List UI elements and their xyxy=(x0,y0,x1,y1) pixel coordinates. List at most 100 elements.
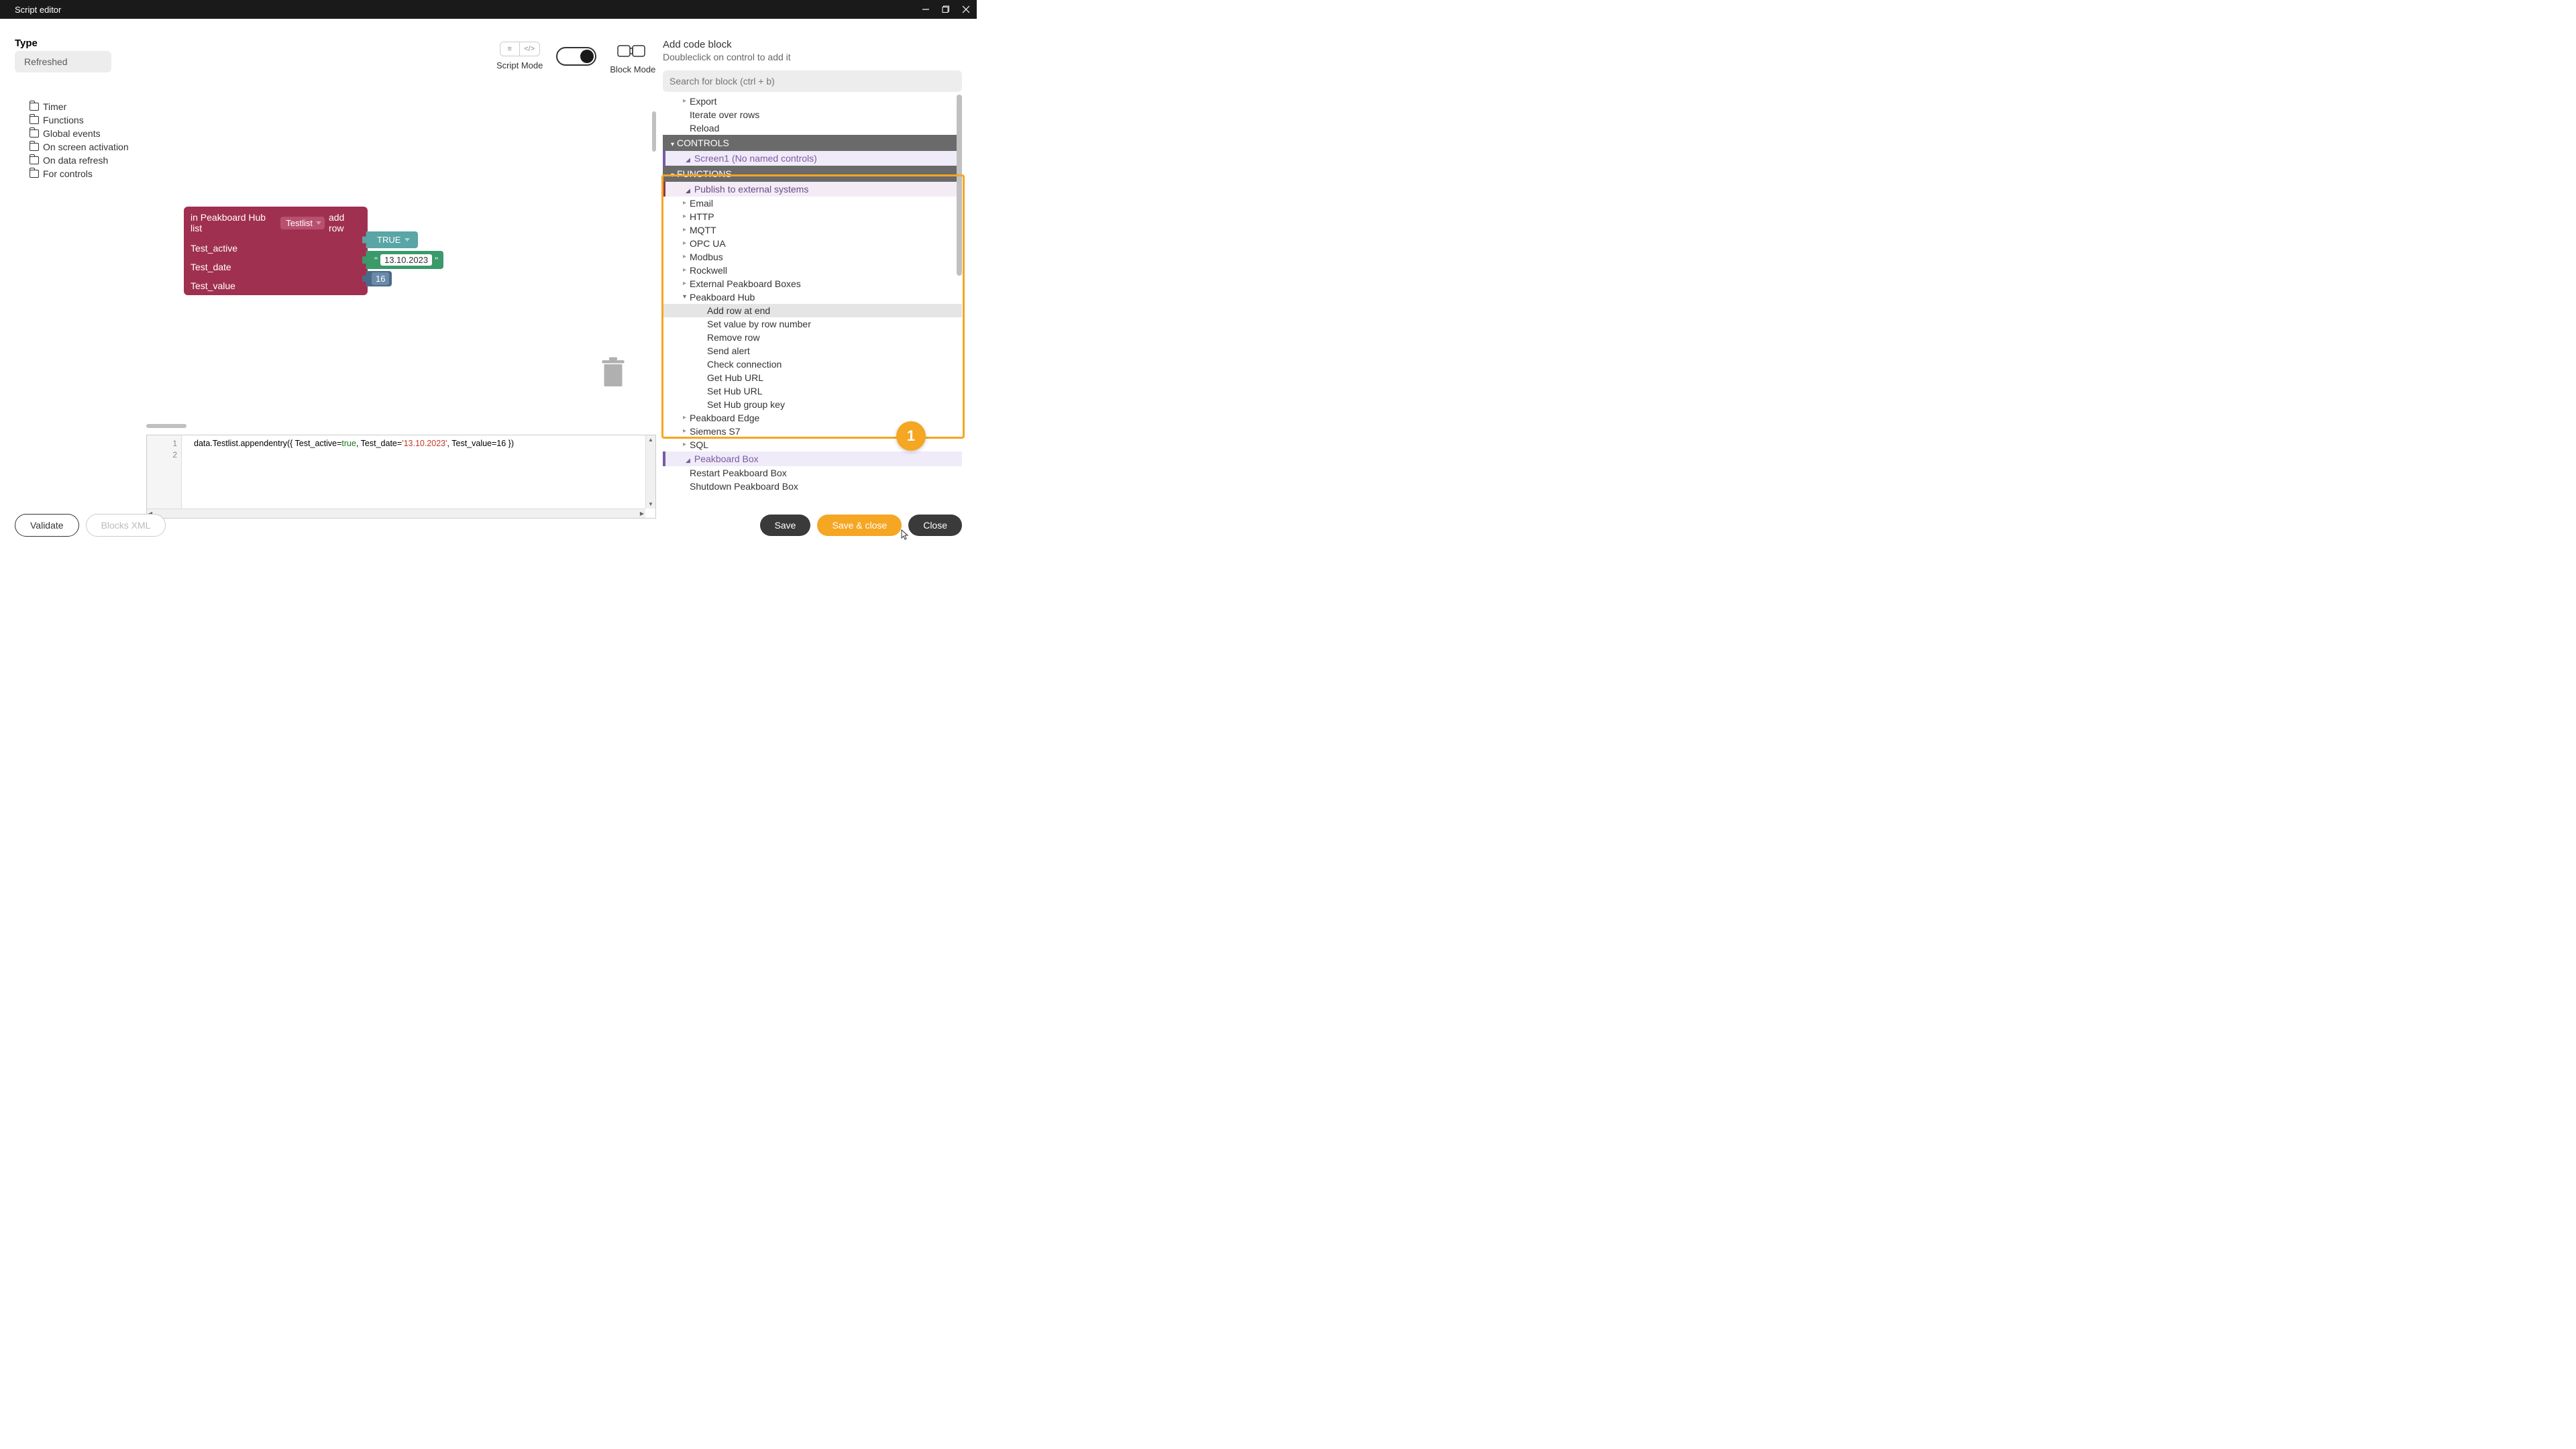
validate-button[interactable]: Validate xyxy=(15,514,79,537)
rp-item-set-hub-group-key[interactable]: Set Hub group key xyxy=(663,398,962,411)
code-text: , Test_date= xyxy=(356,439,402,448)
code-gutter: 12 xyxy=(147,435,182,508)
rp-item-iterate[interactable]: Iterate over rows xyxy=(663,108,962,121)
window-controls xyxy=(920,4,971,15)
footer: Validate Blocks XML Save Save & close Cl… xyxy=(15,514,962,537)
block-list-dropdown[interactable]: Testlist xyxy=(280,217,325,229)
rp-subtitle: Doubleclick on control to add it xyxy=(663,52,962,62)
code-pane: 12 data.Testlist.appendentry({ Test_acti… xyxy=(146,435,656,519)
block-mode-label: Block Mode xyxy=(610,64,655,74)
folder-icon xyxy=(30,116,39,124)
rp-item-send-alert[interactable]: Send alert xyxy=(663,344,962,358)
minimize-button[interactable] xyxy=(920,4,931,15)
canvas-scrollbar-v[interactable] xyxy=(652,111,656,152)
block-canvas[interactable]: in Peakboard Hub list Testlist add row T… xyxy=(146,99,656,428)
tree-label: Global events xyxy=(43,128,101,139)
close-button[interactable] xyxy=(961,4,971,15)
rp-item-set-hub-url[interactable]: Set Hub URL xyxy=(663,384,962,398)
tree-item-timer[interactable]: Timer xyxy=(30,101,129,113)
value-date-text[interactable]: 13.10.2023 xyxy=(380,254,432,266)
trash-icon[interactable] xyxy=(601,354,625,390)
block-row-active: Test_active xyxy=(184,239,368,258)
tree-label: On screen activation xyxy=(43,142,129,152)
maximize-button[interactable] xyxy=(941,4,951,15)
save-close-button[interactable]: Save & close xyxy=(817,515,902,536)
script-mode[interactable]: ≡</> Script Mode xyxy=(496,42,543,70)
rp-screen1[interactable]: Screen1 (No named controls) xyxy=(663,151,962,166)
block-header: in Peakboard Hub list Testlist add row xyxy=(184,207,368,239)
rp-header-functions[interactable]: FUNCTIONS xyxy=(663,166,962,182)
search-input[interactable] xyxy=(663,70,962,92)
value-number-text[interactable]: 16 xyxy=(372,272,389,285)
tree-item-on-screen-activation[interactable]: On screen activation xyxy=(30,141,129,153)
folder-icon xyxy=(30,170,39,178)
tree-label: Functions xyxy=(43,115,84,125)
folder-icon xyxy=(30,103,39,111)
code-scrollbar-v[interactable]: ▲▼ xyxy=(645,435,655,508)
rp-title: Add code block xyxy=(663,39,962,50)
rp-peakboard-box[interactable]: Peakboard Box xyxy=(663,451,962,466)
rp-item-shutdown-box[interactable]: Shutdown Peakboard Box xyxy=(663,480,962,493)
rp-publish[interactable]: Publish to external systems xyxy=(663,182,962,197)
titlebar: Script editor xyxy=(0,0,977,19)
value-block-true[interactable]: TRUE xyxy=(369,231,418,248)
type-chip[interactable]: Refreshed xyxy=(15,51,111,72)
rp-item-add-row[interactable]: Add row at end xyxy=(663,304,962,317)
block-mode[interactable]: Block Mode xyxy=(610,42,655,74)
blocks-xml-button: Blocks XML xyxy=(86,514,166,537)
code-text: , Test_value=16 }) xyxy=(447,439,515,448)
sidebar-tree: Timer Functions Global events On screen … xyxy=(30,101,129,180)
rp-item-modbus[interactable]: Modbus xyxy=(663,250,962,264)
annotation-badge-1: 1 xyxy=(896,421,926,451)
tree-label: On data refresh xyxy=(43,155,108,166)
tree-item-functions[interactable]: Functions xyxy=(30,114,129,126)
toggle-knob xyxy=(580,50,594,63)
rp-item-restart-box[interactable]: Restart Peakboard Box xyxy=(663,466,962,480)
rp-item-opcua[interactable]: OPC UA xyxy=(663,237,962,250)
rp-item-http[interactable]: HTTP xyxy=(663,210,962,223)
code-string: '13.10.2023' xyxy=(402,439,447,448)
close-button[interactable]: Close xyxy=(908,515,962,536)
rp-item-mqtt[interactable]: MQTT xyxy=(663,223,962,237)
window-title: Script editor xyxy=(15,5,61,15)
rp-item-export[interactable]: Export xyxy=(663,95,962,108)
block-prefix: in Peakboard Hub list xyxy=(191,212,276,233)
rp-item-email[interactable]: Email xyxy=(663,197,962,210)
block-row-label: Test_active xyxy=(191,243,237,254)
dropdown-icon xyxy=(405,238,410,241)
code-block[interactable]: in Peakboard Hub list Testlist add row T… xyxy=(184,207,368,295)
value-true-text: TRUE xyxy=(377,235,400,245)
block-row-label: Test_value xyxy=(191,280,235,291)
script-mode-label: Script Mode xyxy=(496,60,543,70)
code-body[interactable]: data.Testlist.appendentry({ Test_active=… xyxy=(182,438,514,448)
tree-item-on-data-refresh[interactable]: On data refresh xyxy=(30,154,129,166)
block-suffix: add row xyxy=(329,212,361,233)
tree-label: Timer xyxy=(43,101,66,112)
rp-item-check-connection[interactable]: Check connection xyxy=(663,358,962,371)
rp-item-peakboard-hub[interactable]: Peakboard Hub xyxy=(663,290,962,304)
rp-item-external-boxes[interactable]: External Peakboard Boxes xyxy=(663,277,962,290)
mode-toggle[interactable] xyxy=(556,47,596,66)
rp-scrollbar[interactable] xyxy=(957,95,962,390)
rp-item-rockwell[interactable]: Rockwell xyxy=(663,264,962,277)
save-button[interactable]: Save xyxy=(760,515,811,536)
mode-controls: ≡</> Script Mode Block Mode xyxy=(496,42,655,74)
folder-icon xyxy=(30,156,39,164)
value-block-number[interactable]: 16 xyxy=(369,271,392,286)
code-true: true xyxy=(341,439,356,448)
tree-item-global-events[interactable]: Global events xyxy=(30,127,129,140)
block-main[interactable]: in Peakboard Hub list Testlist add row T… xyxy=(184,207,368,295)
rp-scrollbar-thumb[interactable] xyxy=(957,95,962,276)
rp-item-set-value[interactable]: Set value by row number xyxy=(663,317,962,331)
tree-item-for-controls[interactable]: For controls xyxy=(30,168,129,180)
canvas-scrollbar-h[interactable] xyxy=(146,424,186,428)
rp-item-reload[interactable]: Reload xyxy=(663,121,962,135)
cursor-icon xyxy=(899,529,910,542)
rp-header-controls[interactable]: CONTROLS xyxy=(663,135,962,151)
code-text: data.Testlist.appendentry({ Test_active= xyxy=(194,439,341,448)
block-row-date: Test_date xyxy=(184,258,368,276)
rp-item-remove-row[interactable]: Remove row xyxy=(663,331,962,344)
block-mode-icon xyxy=(616,42,649,60)
value-block-date[interactable]: "13.10.2023" xyxy=(369,251,443,269)
rp-item-get-hub-url[interactable]: Get Hub URL xyxy=(663,371,962,384)
